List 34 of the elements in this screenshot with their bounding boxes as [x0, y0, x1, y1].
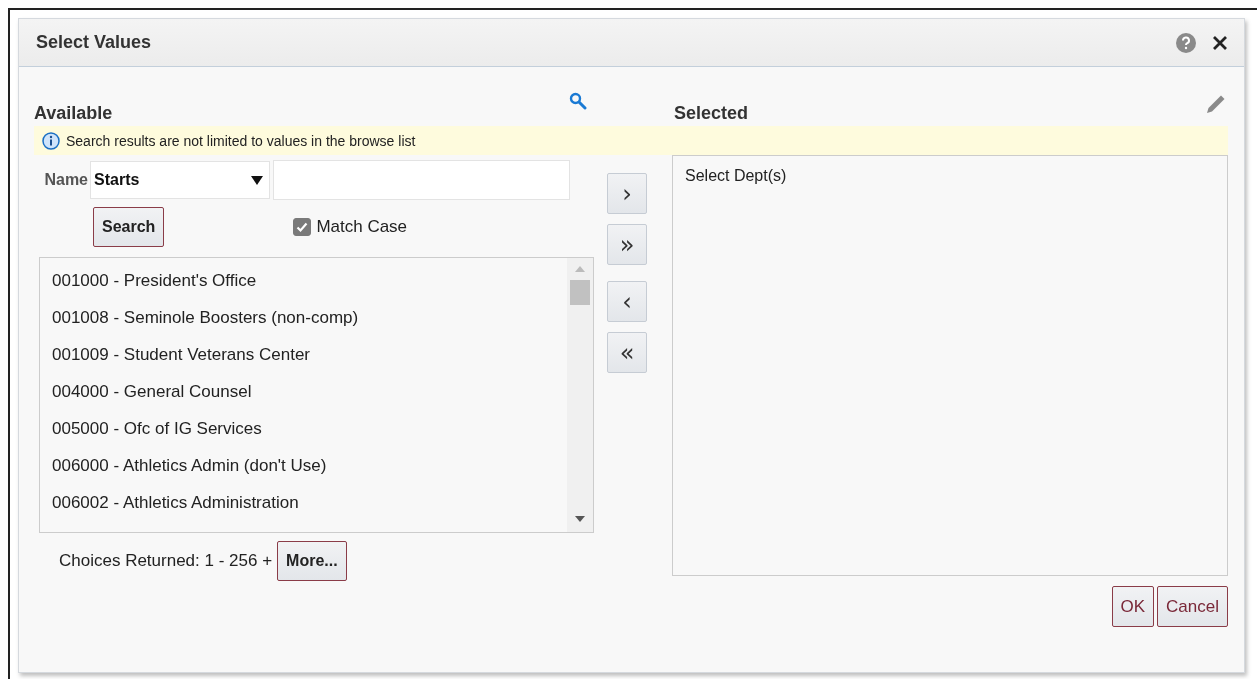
- selected-heading: Selected: [674, 103, 749, 124]
- more-button[interactable]: More...: [277, 541, 347, 581]
- match-case-label: Match Case: [316, 217, 408, 237]
- move-button[interactable]: »: [607, 224, 647, 265]
- choices-returned-text: Choices Returned: 1 - 256 +: [59, 551, 273, 571]
- move-button[interactable]: «: [607, 332, 647, 373]
- move-button[interactable]: ‹: [607, 281, 647, 322]
- list-item[interactable]: 001008 - Seminole Boosters (non-comp): [40, 299, 567, 336]
- cancel-button[interactable]: Cancel: [1157, 586, 1228, 627]
- list-item[interactable]: 001009 - Student Veterans Center: [40, 336, 567, 373]
- info-text: Search results are not limited to values in the browse list: [66, 132, 416, 149]
- list-item[interactable]: 006002 - Athletics Administration: [40, 484, 567, 521]
- search-button[interactable]: Search: [93, 207, 165, 247]
- list-item[interactable]: 001000 - President's Office: [40, 262, 567, 299]
- move-button[interactable]: ›: [607, 173, 647, 214]
- ok-button[interactable]: OK: [1111, 586, 1155, 627]
- help-icon[interactable]: [1176, 32, 1196, 53]
- scroll-down-icon[interactable]: [575, 516, 585, 522]
- caret-icon: [251, 175, 263, 185]
- search-icon[interactable]: [569, 92, 587, 110]
- close-icon[interactable]: [1212, 34, 1228, 51]
- selected-item[interactable]: Select Dept(s): [685, 167, 787, 185]
- scrollbar-thumb[interactable]: [570, 280, 590, 305]
- list-item[interactable]: 004000 - General Counsel: [40, 373, 567, 410]
- search-field[interactable]: [273, 160, 570, 200]
- match-case-checkbox[interactable]: [293, 218, 312, 236]
- operator-dropdown[interactable]: Starts: [90, 161, 270, 199]
- name-label: Name: [43, 171, 88, 189]
- info-icon: [42, 131, 60, 150]
- window-title: Select Values: [36, 32, 153, 53]
- available-heading: Available: [34, 103, 113, 124]
- list-item[interactable]: 006000 - Athletics Admin (don't Use): [40, 447, 567, 484]
- scrollbar[interactable]: [567, 258, 593, 532]
- list-item[interactable]: 005000 - Ofc of IG Services: [40, 410, 567, 447]
